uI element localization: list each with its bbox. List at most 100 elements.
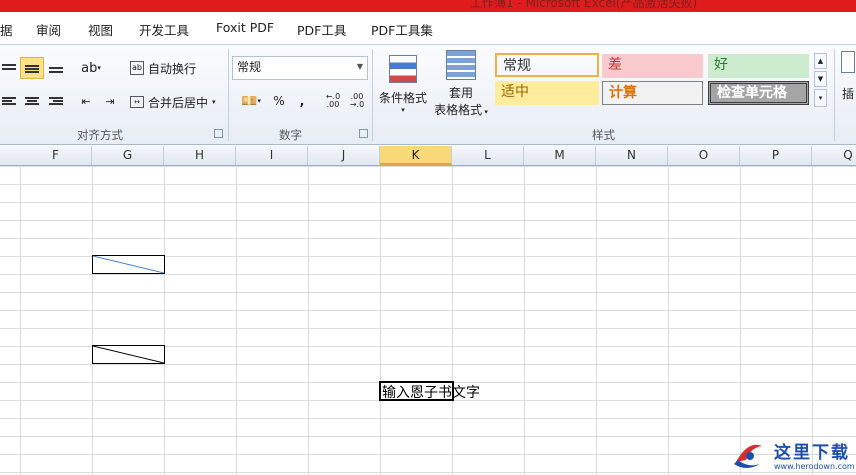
diagonal-line-icon bbox=[93, 346, 164, 363]
decrease-decimal-button[interactable]: .00 →.0 bbox=[346, 91, 368, 111]
chevron-down-icon: ▾ bbox=[401, 105, 405, 114]
style-good-label: 好 bbox=[714, 57, 728, 73]
tab-review[interactable]: 审阅 bbox=[36, 20, 61, 39]
tab-data[interactable]: 据 bbox=[0, 20, 13, 39]
wrap-text-button[interactable]: ab 自动换行 bbox=[130, 57, 202, 79]
insert-cells-button[interactable]: 插 bbox=[840, 51, 856, 111]
number-dialog-launcher-icon[interactable] bbox=[359, 129, 368, 138]
column-header[interactable]: M bbox=[524, 146, 596, 165]
styles-group-label: 样式 bbox=[592, 128, 615, 142]
insert-cells-label: 插 bbox=[841, 87, 854, 101]
align-bottom-icon bbox=[49, 63, 63, 73]
watermark-icon bbox=[734, 444, 762, 468]
tab-pdf-toolset[interactable]: PDF工具集 bbox=[371, 20, 433, 39]
increase-decimal-button[interactable]: ←.0.00 bbox=[322, 91, 344, 111]
conditional-format-button[interactable]: 条件格式 ▾ bbox=[376, 49, 430, 119]
align-right-icon bbox=[49, 96, 63, 106]
tab-foxit-pdf[interactable]: Foxit PDF bbox=[216, 20, 274, 35]
window-title: 工作簿1 - Microsoft Excel(产品激活失败) bbox=[470, 0, 698, 10]
number-format-select[interactable]: 常规 ▼ bbox=[232, 56, 368, 80]
currency-icon: 💴 bbox=[241, 93, 258, 109]
style-cell-bad[interactable]: 差 bbox=[602, 54, 703, 78]
number-group-label: 数字 bbox=[279, 128, 302, 142]
style-cell-normal[interactable]: 常规 bbox=[495, 53, 599, 77]
decrease-indent-icon: ⇤ bbox=[81, 94, 91, 108]
percent-button[interactable]: % bbox=[270, 91, 288, 111]
align-left-icon bbox=[2, 96, 16, 106]
conditional-format-label: 条件格式 bbox=[378, 90, 427, 105]
align-top-icon bbox=[2, 63, 16, 73]
column-header[interactable]: I bbox=[236, 146, 308, 165]
style-cell-neutral[interactable]: 适中 bbox=[495, 81, 599, 105]
orientation-button[interactable]: ab ▾ bbox=[78, 57, 104, 79]
percent-label: % bbox=[273, 94, 285, 108]
decrease-indent-button[interactable]: ⇤ bbox=[76, 91, 96, 111]
diagonal-border-cell[interactable] bbox=[92, 345, 165, 364]
diagonal-line-icon bbox=[93, 256, 164, 273]
tab-view[interactable]: 视图 bbox=[88, 20, 113, 39]
table-format-icon bbox=[446, 50, 476, 80]
table-format-label-1: 套用 bbox=[448, 86, 473, 100]
table-format-label-2: 表格格式 bbox=[434, 103, 483, 117]
styles-scroll-up-button[interactable]: ▲ bbox=[814, 53, 827, 69]
watermark-text: 这里下载 bbox=[774, 443, 850, 463]
style-normal-label: 常规 bbox=[503, 58, 531, 74]
accounting-format-button[interactable]: 💴 ▾ bbox=[236, 91, 266, 111]
styles-more-button[interactable]: ▾ bbox=[814, 89, 827, 107]
column-header[interactable]: F bbox=[20, 146, 92, 165]
cell-text: 输入恩子书文字 bbox=[382, 385, 480, 401]
column-header[interactable]: Q bbox=[812, 146, 856, 165]
diagonal-border-cell[interactable] bbox=[92, 255, 165, 274]
align-bottom-button[interactable] bbox=[46, 58, 66, 78]
comma-label: , bbox=[299, 94, 305, 108]
column-header[interactable]: P bbox=[740, 146, 812, 165]
chevron-down-icon: ▼ bbox=[817, 75, 824, 83]
tab-developer[interactable]: 开发工具 bbox=[139, 20, 189, 39]
align-top-button[interactable] bbox=[0, 58, 18, 78]
column-header[interactable]: O bbox=[668, 146, 740, 165]
align-right-button[interactable] bbox=[46, 91, 66, 111]
column-header-selected[interactable]: K bbox=[380, 146, 452, 165]
format-as-table-button[interactable]: 套用 表格格式 ▾ bbox=[430, 49, 492, 119]
align-left-button[interactable] bbox=[0, 91, 18, 111]
watermark-url: www.herodown.com bbox=[774, 462, 855, 471]
ribbon: ab ▾ ⇤ ⇥ ab 自动换行 ↔ 合并后居中 ▾ 对齐方式 常规 ▼ 💴 ▾ %… bbox=[0, 44, 856, 145]
text-orientation-icon: ab bbox=[81, 60, 98, 76]
column-header[interactable]: H bbox=[164, 146, 236, 165]
style-calculation-label: 计算 bbox=[609, 85, 637, 101]
ribbon-tabs: 据 审阅 视图 开发工具 Foxit PDF PDF工具 PDF工具集 bbox=[0, 12, 856, 44]
column-header[interactable]: J bbox=[308, 146, 380, 165]
style-check-label: 检查单元格 bbox=[717, 85, 787, 101]
watermark-logo: 这里下载 www.herodown.com bbox=[728, 432, 856, 475]
group-separator bbox=[834, 49, 835, 141]
more-icon: ▾ bbox=[818, 94, 823, 102]
worksheet-grid[interactable] bbox=[0, 166, 856, 475]
style-bad-label: 差 bbox=[608, 57, 622, 73]
group-separator bbox=[228, 49, 229, 141]
style-neutral-label: 适中 bbox=[501, 84, 529, 100]
styles-scroll-down-button[interactable]: ▼ bbox=[814, 71, 827, 87]
decrease-decimal-icon: .00 →.0 bbox=[349, 92, 365, 109]
align-center-button[interactable] bbox=[22, 91, 42, 111]
merge-center-button[interactable]: ↔ 合并后居中 ▾ bbox=[130, 91, 224, 113]
style-cell-check[interactable]: 检查单元格 bbox=[708, 81, 809, 105]
merge-center-label: 合并后居中 bbox=[148, 95, 209, 110]
wrap-text-icon: ab bbox=[130, 61, 144, 75]
number-format-value: 常规 bbox=[237, 60, 262, 74]
increase-indent-button[interactable]: ⇥ bbox=[100, 91, 120, 111]
align-middle-icon bbox=[25, 63, 39, 73]
style-cell-calculation[interactable]: 计算 bbox=[602, 81, 703, 105]
tab-pdf-tools[interactable]: PDF工具 bbox=[297, 20, 346, 39]
column-header[interactable]: N bbox=[596, 146, 668, 165]
increase-decimal-icon: ←.0.00 bbox=[325, 92, 341, 109]
increase-indent-icon: ⇥ bbox=[105, 94, 115, 108]
comma-style-button[interactable]: , bbox=[294, 91, 310, 111]
table-format-label-2-wrap: 表格格式 ▾ bbox=[434, 103, 488, 117]
alignment-group-label: 对齐方式 bbox=[77, 128, 123, 142]
wrap-text-label: 自动换行 bbox=[148, 61, 197, 76]
alignment-dialog-launcher-icon[interactable] bbox=[214, 129, 223, 138]
align-middle-button[interactable] bbox=[20, 57, 44, 79]
column-header[interactable]: G bbox=[92, 146, 164, 165]
column-header[interactable]: L bbox=[452, 146, 524, 165]
style-cell-good[interactable]: 好 bbox=[708, 54, 809, 78]
